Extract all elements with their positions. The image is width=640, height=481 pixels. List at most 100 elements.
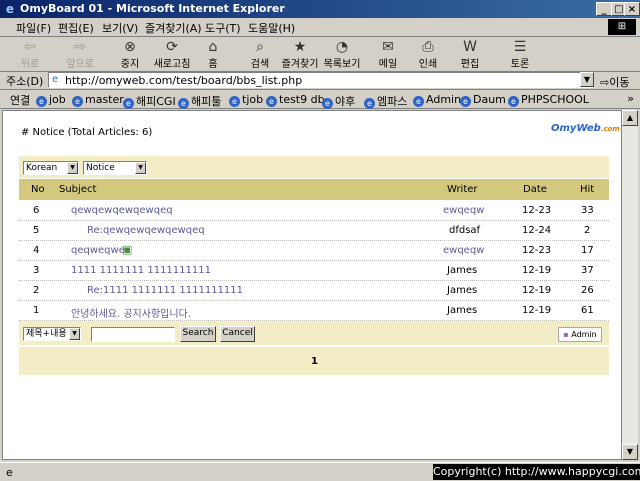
- row-writer-link[interactable]: ewqeqw: [443, 205, 484, 216]
- link-tjob[interactable]: e tjob: [229, 93, 263, 107]
- home-icon: ⌂: [208, 39, 218, 55]
- address-input[interactable]: e http://omyweb.com/test/board/bbs_list.…: [48, 72, 593, 88]
- page-icon: e: [52, 74, 59, 85]
- col-writer: Writer: [447, 184, 478, 195]
- scroll-up-icon[interactable]: ▲: [622, 110, 638, 126]
- menu-tools[interactable]: 도구(T): [205, 20, 241, 36]
- edit-icon: W: [463, 39, 477, 55]
- link-happytool[interactable]: e 해피툴: [178, 93, 221, 109]
- forward-button[interactable]: ⇨ 앞으로: [60, 39, 100, 70]
- links-more-icon[interactable]: »: [627, 92, 634, 105]
- row-writer: James: [447, 265, 478, 276]
- row-no: 1: [33, 305, 40, 316]
- discuss-icon: ☰: [513, 39, 527, 55]
- address-label: 주소(D): [6, 75, 44, 88]
- menu-view[interactable]: 보기(V): [102, 20, 138, 36]
- links-bar: 연결 e job e master e 해피CGI e 해피툴 e tjob e test9…: [0, 90, 640, 109]
- link-admin[interactable]: e Admin: [413, 93, 461, 107]
- search-input[interactable]: [91, 327, 175, 342]
- table-header: No Subject Writer Date Hit: [19, 179, 609, 200]
- menu-favorites[interactable]: 즐겨찾기(A): [145, 20, 202, 36]
- ie-link-icon: e: [123, 98, 134, 109]
- row-no: 4: [33, 245, 40, 256]
- address-dropdown-icon[interactable]: ▼: [580, 72, 594, 87]
- ie-icon: e: [5, 2, 15, 16]
- table-row: 5 Re:qewqewqewqewqeq dfdsaf 12-24 2: [19, 221, 609, 241]
- row-subject-link[interactable]: qeqweqwe: [71, 245, 125, 256]
- row-no: 2: [33, 285, 40, 296]
- board-title: # Notice (Total Articles: 6): [21, 127, 153, 138]
- link-test9db[interactable]: e test9 db: [266, 93, 325, 107]
- admin-icon: ▪: [563, 330, 569, 339]
- row-hit: 17: [581, 245, 594, 256]
- link-empas[interactable]: e 엠파스: [364, 93, 407, 109]
- attachment-icon: ▣: [122, 243, 133, 256]
- history-icon: ◔: [335, 39, 349, 55]
- row-subject-link[interactable]: Re:qewqewqewqewqeq: [87, 225, 205, 236]
- menu-edit[interactable]: 편집(E): [58, 20, 94, 36]
- refresh-button[interactable]: ⟳ 새로고침: [152, 39, 192, 70]
- go-arrow-icon: ⇨: [600, 76, 610, 89]
- ie-link-icon: e: [72, 96, 83, 107]
- address-url: http://omyweb.com/test/board/bbs_list.ph…: [65, 74, 303, 87]
- row-date: 12-24: [522, 225, 552, 236]
- row-subject-link[interactable]: 안녕하세요. 공지사항입니다.: [71, 305, 191, 320]
- search-bar: 제목+내용 ▼ Search Cancel ▪ Admin: [19, 321, 609, 345]
- go-button[interactable]: ⇨이동: [600, 74, 629, 90]
- history-button[interactable]: ◔ 목록보기: [322, 39, 362, 70]
- row-subject-link[interactable]: Re:1111 1111111 1111111111: [87, 285, 243, 296]
- link-happycgi[interactable]: e 해피CGI: [123, 93, 176, 109]
- col-date: Date: [523, 184, 547, 195]
- link-master[interactable]: e master: [72, 93, 124, 107]
- vertical-scrollbar[interactable]: ▲ ▼: [622, 110, 638, 460]
- chevron-down-icon: ▼: [69, 328, 80, 340]
- search-button[interactable]: ⌕ 검색: [240, 39, 280, 70]
- stop-icon: ⊗: [124, 39, 136, 55]
- back-button[interactable]: ⇦ 뒤로: [10, 39, 50, 70]
- mail-button[interactable]: ✉ 메일: [368, 39, 408, 70]
- cancel-button[interactable]: Cancel: [220, 326, 255, 342]
- row-subject-link[interactable]: qewqewqewqewqeq: [71, 205, 173, 216]
- menu-file[interactable]: 파일(F): [16, 20, 51, 36]
- row-date: 12-23: [522, 205, 552, 216]
- favorites-button[interactable]: ★ 즐겨찾기: [280, 39, 320, 70]
- menu-help[interactable]: 도움말(H): [248, 20, 295, 36]
- row-subject-link[interactable]: 1111 1111111 1111111111: [71, 265, 211, 276]
- table-row: 1 안녕하세요. 공지사항입니다. James 12-19 61: [19, 301, 609, 321]
- toolbar: ⇦ 뒤로 ⇨ 앞으로 ⊗ 중지 ⟳ 새로고침 ⌂ 홈 ⌕ 검색 ★ 즐겨찾기 ◔ 목록보기 ✉ 메…: [0, 37, 640, 72]
- edit-button[interactable]: W 편집: [450, 39, 490, 70]
- forward-arrow-icon: ⇨: [74, 39, 86, 55]
- row-writer-link[interactable]: ewqeqw: [443, 245, 484, 256]
- minimize-button[interactable]: _: [596, 2, 612, 16]
- link-yahoo[interactable]: e 야후: [322, 93, 355, 109]
- link-job[interactable]: e job: [36, 93, 66, 107]
- search-icon: ⌕: [256, 39, 264, 55]
- col-no: No: [31, 184, 45, 195]
- row-hit: 2: [584, 225, 591, 236]
- page-number-current[interactable]: 1: [311, 356, 318, 367]
- row-no: 5: [33, 225, 40, 236]
- filter-bar: Korean ▼ Notice ▼: [19, 156, 609, 178]
- chevron-down-icon: ▼: [135, 162, 146, 174]
- close-button[interactable]: ×: [624, 2, 640, 16]
- back-arrow-icon: ⇦: [24, 39, 36, 55]
- search-field-select[interactable]: 제목+내용 ▼: [23, 327, 81, 341]
- row-date: 12-19: [522, 285, 552, 296]
- discuss-button[interactable]: ☰ 토론: [500, 39, 540, 70]
- category-select[interactable]: Notice ▼: [83, 161, 147, 175]
- link-daum[interactable]: e Daum: [460, 93, 506, 107]
- print-button[interactable]: ⎙ 인쇄: [408, 39, 448, 70]
- omyweb-logo[interactable]: OmyWeb.com: [551, 123, 620, 134]
- language-select[interactable]: Korean ▼: [23, 161, 79, 175]
- row-hit: 61: [581, 305, 594, 316]
- stop-button[interactable]: ⊗ 중지: [110, 39, 150, 70]
- link-phpschool[interactable]: e PHPSCHOOL: [508, 93, 589, 107]
- ie-link-icon: e: [322, 98, 333, 109]
- windows-logo-icon: ⊞: [608, 19, 636, 35]
- scroll-down-icon[interactable]: ▼: [622, 444, 638, 460]
- admin-button[interactable]: ▪ Admin: [558, 327, 602, 342]
- home-button[interactable]: ⌂ 홈: [193, 39, 233, 70]
- search-submit-button[interactable]: Search: [180, 326, 216, 342]
- ie-link-icon: e: [508, 96, 519, 107]
- window-title: OmyBoard 01 - Microsoft Internet Explore…: [20, 2, 285, 15]
